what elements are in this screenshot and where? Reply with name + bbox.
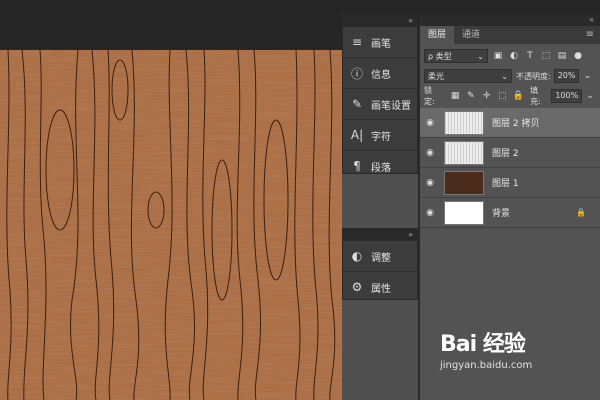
layer-name: 图层 2 拷贝 xyxy=(492,119,540,129)
panel-dock-gap xyxy=(342,300,418,400)
panel-item-label: 画笔设置 xyxy=(371,100,411,112)
fill-input[interactable]: 100% xyxy=(551,89,583,103)
panel-group-header[interactable]: » xyxy=(343,229,417,241)
layer-row[interactable]: ◉ 图层 2 拷贝 xyxy=(420,108,600,138)
adjustments-icon: ◐ xyxy=(351,249,363,263)
panel-item-brush-settings[interactable]: ✎ 画笔设置 xyxy=(343,89,417,120)
layer-thumbnail xyxy=(444,140,484,165)
layer-filter-dropdown[interactable]: ρ 类型 ⌄ xyxy=(424,49,488,63)
layer-name: 图层 1 xyxy=(492,179,519,189)
panel-item-label: 画笔 xyxy=(371,38,391,50)
blend-row: 柔光 ⌄ 不透明度: 20% ⌄ xyxy=(420,66,600,86)
visibility-eye-icon[interactable]: ◉ xyxy=(420,208,440,218)
panel-item-label: 字符 xyxy=(371,131,391,143)
layer-filter-value: ρ 类型 xyxy=(428,52,452,61)
fill-label: 填充: xyxy=(530,86,541,106)
panel-item-info[interactable]: ⓘ 信息 xyxy=(343,58,417,89)
panel-item-properties[interactable]: ⚙ 属性 xyxy=(343,272,417,302)
blend-mode-dropdown[interactable]: 柔光 ⌄ xyxy=(424,69,512,83)
layer-row[interactable]: ◉ 背景 🔒 xyxy=(420,198,600,228)
filter-adjustment-icon[interactable]: ◐ xyxy=(508,50,520,62)
panel-item-character[interactable]: A| 字符 xyxy=(343,120,417,151)
panel-group-header[interactable]: « xyxy=(420,14,600,26)
document-canvas[interactable] xyxy=(0,50,342,400)
layer-name: 图层 2 xyxy=(492,149,519,159)
layer-list: ◉ 图层 2 拷贝 ◉ 图层 2 ◉ 图层 1 ◉ 背景 🔒 xyxy=(420,108,600,228)
lock-all-icon[interactable]: 🔒 xyxy=(512,90,524,102)
layer-thumbnail xyxy=(444,170,484,195)
filter-smart-object-icon[interactable]: ▤ xyxy=(556,50,568,62)
tab-layers[interactable]: 图层 xyxy=(420,26,455,44)
panel-item-label: 段落 xyxy=(371,162,391,174)
tab-channels[interactable]: 通道 xyxy=(454,26,488,44)
lock-position-icon[interactable]: ✛ xyxy=(481,90,493,102)
chevron-down-icon: ⌄ xyxy=(477,52,484,61)
character-icon: A| xyxy=(350,128,364,142)
watermark-logo: Bai 经验 xyxy=(440,332,526,357)
panel-dock-gap xyxy=(342,174,418,228)
chevron-down-icon: ⌄ xyxy=(501,72,508,81)
filter-toggle-icon[interactable]: ● xyxy=(572,50,584,62)
chevron-down-icon[interactable]: ⌄ xyxy=(584,90,596,102)
visibility-eye-icon[interactable]: ◉ xyxy=(420,148,440,158)
lock-image-icon[interactable]: ✎ xyxy=(465,90,477,102)
layer-thumbnail xyxy=(444,110,484,135)
collapse-icon[interactable]: » xyxy=(408,15,413,27)
layer-row[interactable]: ◉ 图层 2 xyxy=(420,138,600,168)
filter-shape-icon[interactable]: ⬚ xyxy=(540,50,552,62)
lock-artboard-icon[interactable]: ⬚ xyxy=(497,90,509,102)
wood-grain-canvas xyxy=(0,50,342,400)
collapsed-panel-group-top: » ≡ 画笔 ⓘ 信息 ✎ 画笔设置 A| 字符 ¶ 段落 xyxy=(342,14,418,174)
opacity-input[interactable]: 20% xyxy=(553,69,580,83)
collapse-icon[interactable]: » xyxy=(408,229,413,241)
filter-pixel-icon[interactable]: ▣ xyxy=(492,50,504,62)
panel-item-label: 调整 xyxy=(371,252,391,264)
panel-item-label: 信息 xyxy=(371,69,391,81)
panel-group-header[interactable]: » xyxy=(343,15,417,27)
info-icon: ⓘ xyxy=(350,66,363,81)
watermark-url: jingyan.baidu.com xyxy=(440,360,533,371)
opacity-label: 不透明度: xyxy=(516,71,551,81)
panel-item-paragraph[interactable]: ¶ 段落 xyxy=(343,151,417,181)
lock-icon: 🔒 xyxy=(576,208,586,217)
collapse-icon[interactable]: « xyxy=(589,14,594,26)
panel-item-label: 属性 xyxy=(371,283,391,295)
filter-row: ρ 类型 ⌄ ▣ ◐ T ⬚ ▤ ● xyxy=(420,46,600,66)
brush-settings-icon: ✎ xyxy=(351,97,363,111)
chevron-down-icon[interactable]: ⌄ xyxy=(581,70,593,82)
visibility-eye-icon[interactable]: ◉ xyxy=(420,118,440,128)
lock-label: 锁定: xyxy=(424,86,435,106)
collapsed-panel-group-bottom: » ◐ 调整 ⚙ 属性 xyxy=(342,228,418,300)
filter-type-icon[interactable]: T xyxy=(524,50,536,62)
panel-item-adjustments[interactable]: ◐ 调整 xyxy=(343,241,417,272)
watermark: Bai 经验 jingyan.baidu.com xyxy=(440,326,600,390)
layer-thumbnail xyxy=(444,200,484,225)
lock-row: 锁定: ▦ ✎ ✛ ⬚ 🔒 填充: 100% ⌄ xyxy=(420,86,600,106)
layer-name: 背景 xyxy=(492,209,511,219)
layers-panel: « 图层 通道 ≡ ρ 类型 ⌄ ▣ ◐ T ⬚ ▤ ● 柔光 ⌄ 不透明度: 20… xyxy=(419,14,600,400)
visibility-eye-icon[interactable]: ◉ xyxy=(420,178,440,188)
panel-item-brushes[interactable]: ≡ 画笔 xyxy=(343,27,417,58)
lock-transparent-icon[interactable]: ▦ xyxy=(449,90,461,102)
paragraph-icon: ¶ xyxy=(353,159,361,173)
properties-icon: ⚙ xyxy=(351,280,363,294)
panel-menu-icon[interactable]: ≡ xyxy=(586,26,594,44)
blend-mode-value: 柔光 xyxy=(428,72,444,81)
brushes-icon: ≡ xyxy=(351,35,363,49)
layers-panel-tabs: 图层 通道 ≡ xyxy=(420,26,600,44)
layer-row[interactable]: ◉ 图层 1 xyxy=(420,168,600,198)
